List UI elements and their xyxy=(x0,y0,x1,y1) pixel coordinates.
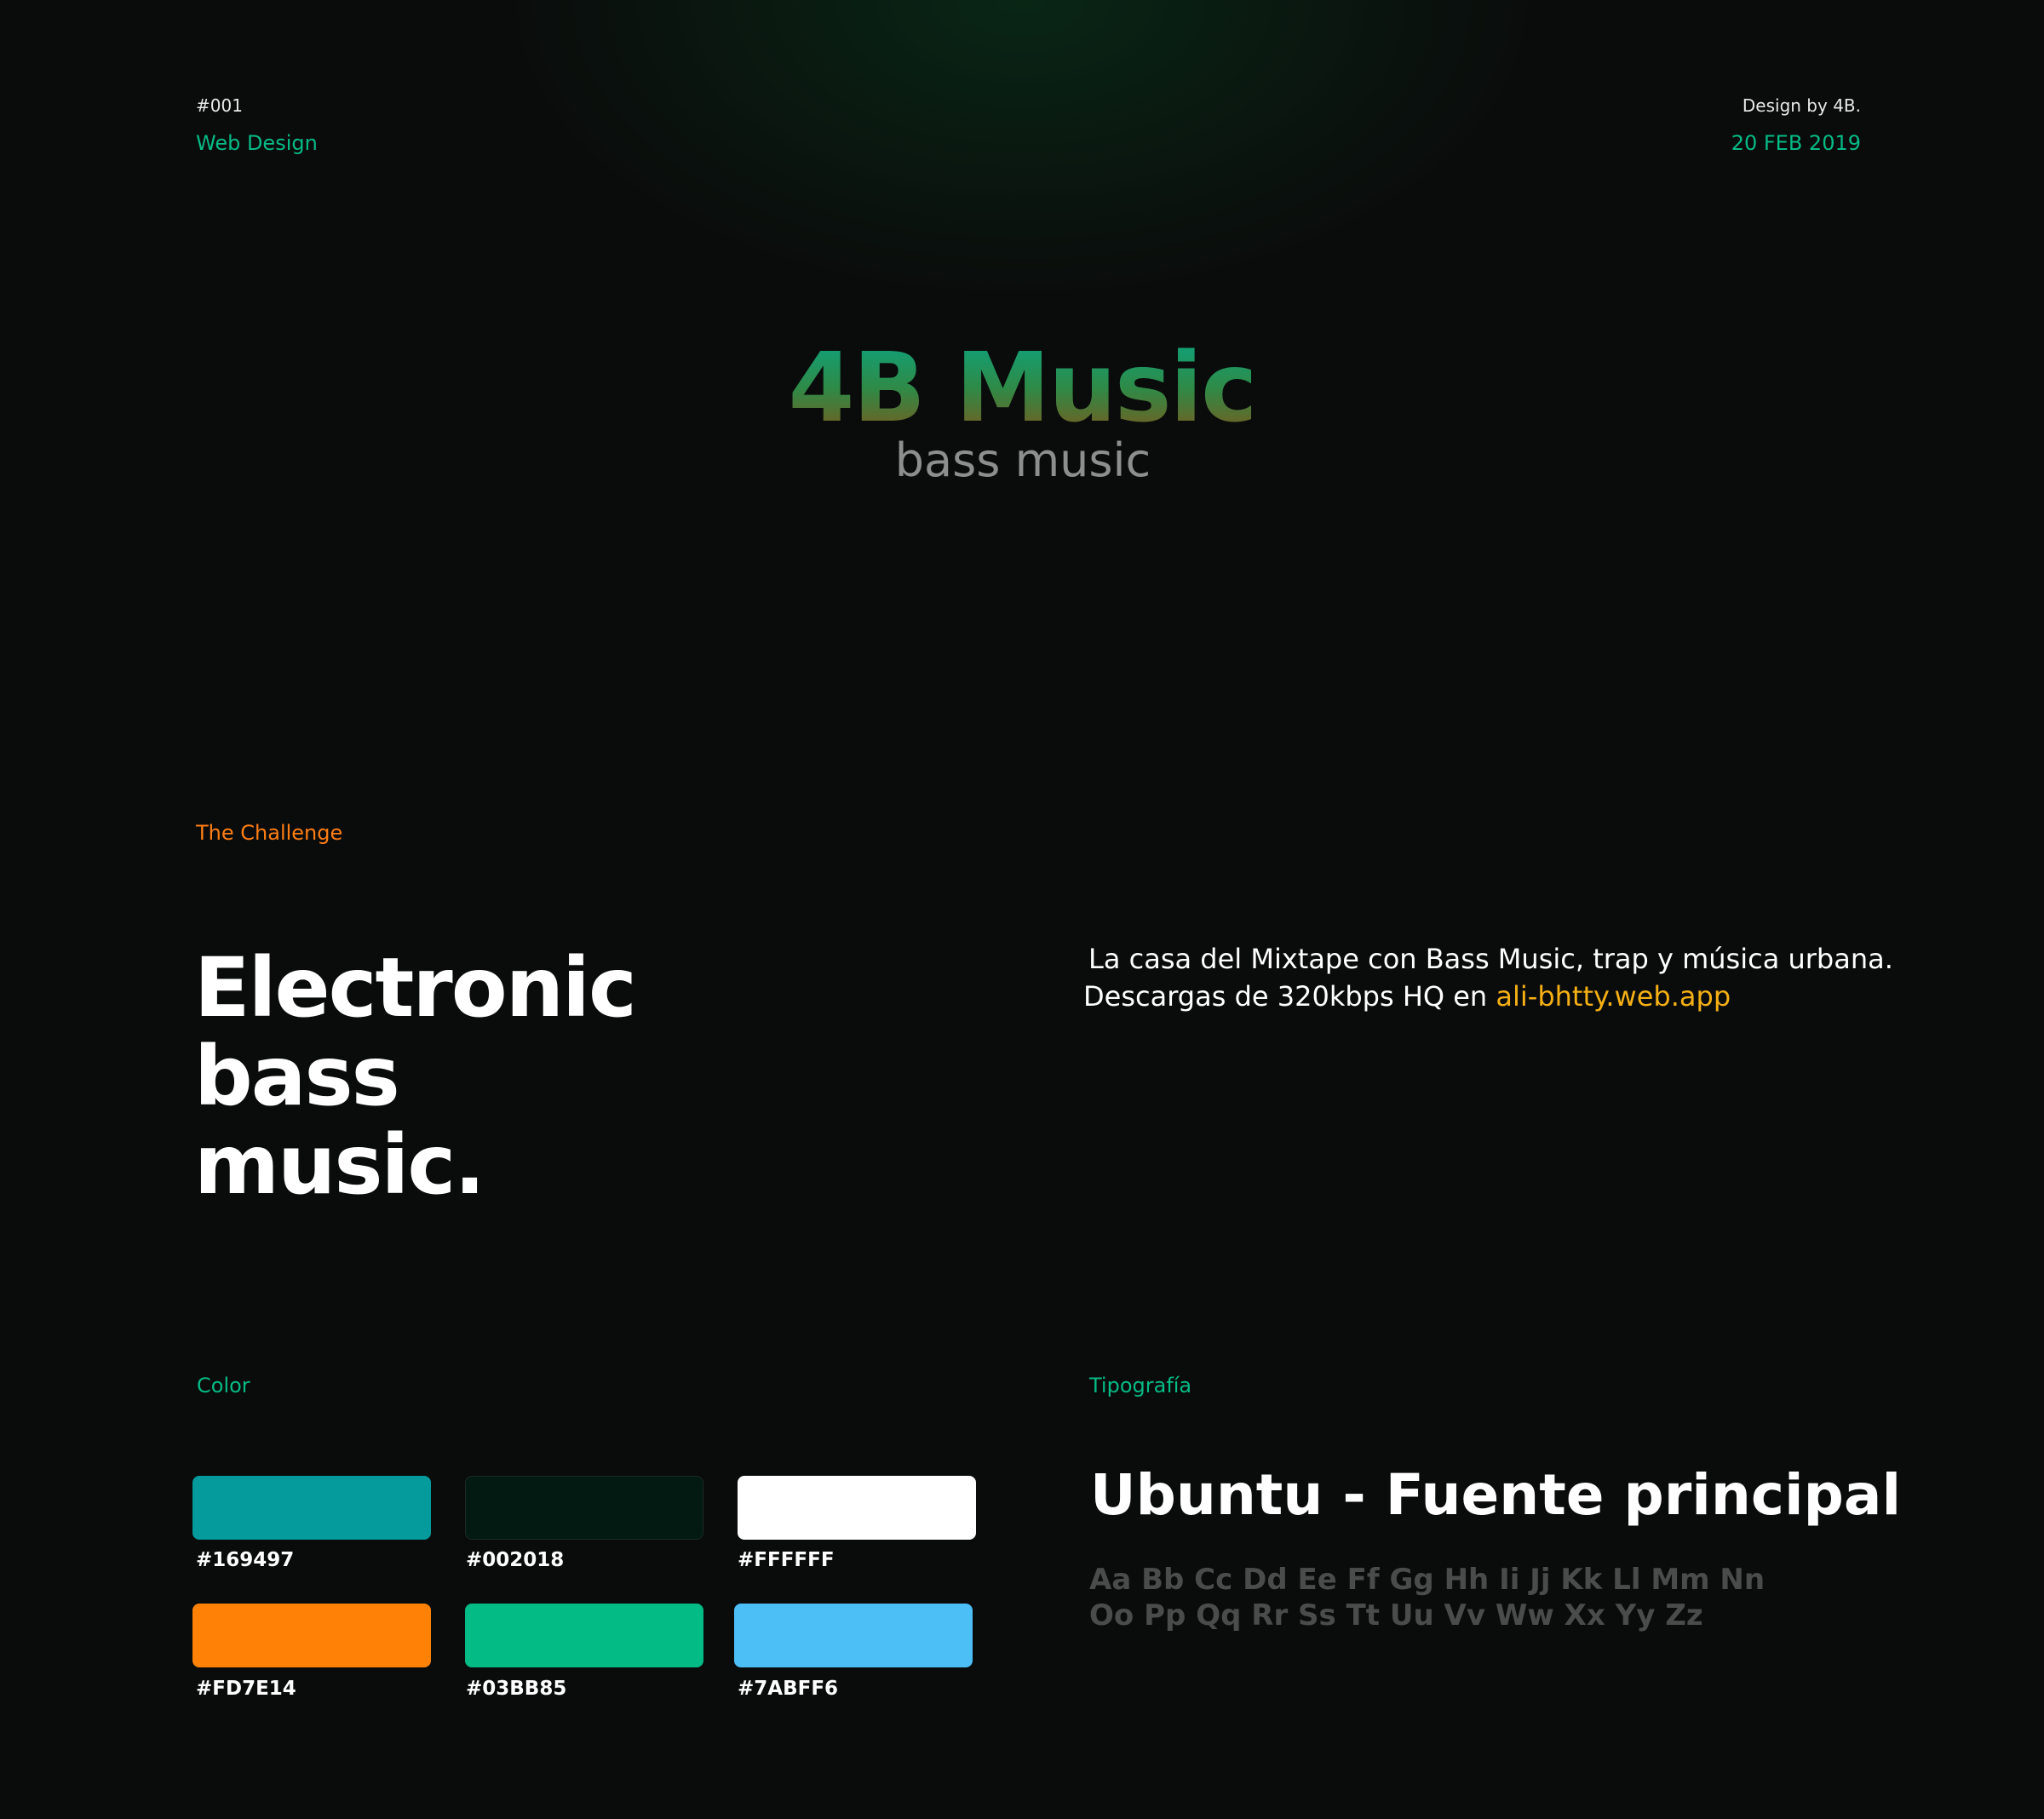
logo-subtitle: bass music xyxy=(894,433,1151,487)
color-swatch xyxy=(192,1476,431,1540)
website-link[interactable]: ali-bhtty.web.app xyxy=(1496,980,1731,1013)
color-swatch xyxy=(465,1604,703,1667)
project-date: 20 FEB 2019 xyxy=(1731,131,1861,155)
color-swatch xyxy=(465,1476,703,1540)
description-line-2: Descargas de 320kbps HQ en ali-bhtty.web… xyxy=(1083,978,1901,1015)
description-text: Descargas de 320kbps HQ en xyxy=(1083,980,1496,1013)
design-presentation-page: #001 Web Design Design by 4B. 20 FEB 201… xyxy=(0,0,2044,1819)
project-number: #001 xyxy=(196,95,243,116)
color-swatch xyxy=(734,1604,973,1667)
color-swatch xyxy=(738,1476,976,1540)
color-swatch-code: #FFFFFF xyxy=(738,1549,835,1571)
logo-title: 4B Music xyxy=(0,341,2044,436)
project-category: Web Design xyxy=(196,131,318,155)
color-swatch-code: #03BB85 xyxy=(466,1678,567,1700)
alphabet-line-1: Aa Bb Cc Dd Ee Ff Gg Hh Ii Jj Kk Ll Mm N… xyxy=(1089,1563,1766,1597)
color-section-label: Color xyxy=(197,1374,250,1397)
description-line-1: La casa del Mixtape con Bass Music, trap… xyxy=(1088,943,1893,975)
headline-line-2: music. xyxy=(194,1117,485,1213)
alphabet-specimen: Aa Bb Cc Dd Ee Ff Gg Hh Ii Jj Kk Ll Mm N… xyxy=(1089,1562,1856,1633)
color-swatch-code: #7ABFF6 xyxy=(738,1678,839,1700)
font-name-title: Ubuntu - Fuente principal xyxy=(1090,1462,1902,1528)
typography-section-label: Tipografía xyxy=(1089,1374,1192,1397)
alphabet-line-2: Oo Pp Qq Rr Ss Tt Uu Vv Ww Xx Yy Zz xyxy=(1089,1598,1703,1633)
color-swatch-code: #FD7E14 xyxy=(196,1678,296,1700)
color-swatch-code: #169497 xyxy=(196,1549,295,1571)
challenge-description: La casa del Mixtape con Bass Music, trap… xyxy=(1083,940,1901,1015)
color-swatch xyxy=(192,1604,431,1667)
challenge-label: The Challenge xyxy=(196,821,343,845)
headline-line-1: Electronic bass xyxy=(194,940,637,1124)
challenge-headline: Electronic bass music. xyxy=(194,944,841,1209)
color-swatch-code: #002018 xyxy=(466,1549,565,1571)
design-credit: Design by 4B. xyxy=(1742,95,1861,116)
